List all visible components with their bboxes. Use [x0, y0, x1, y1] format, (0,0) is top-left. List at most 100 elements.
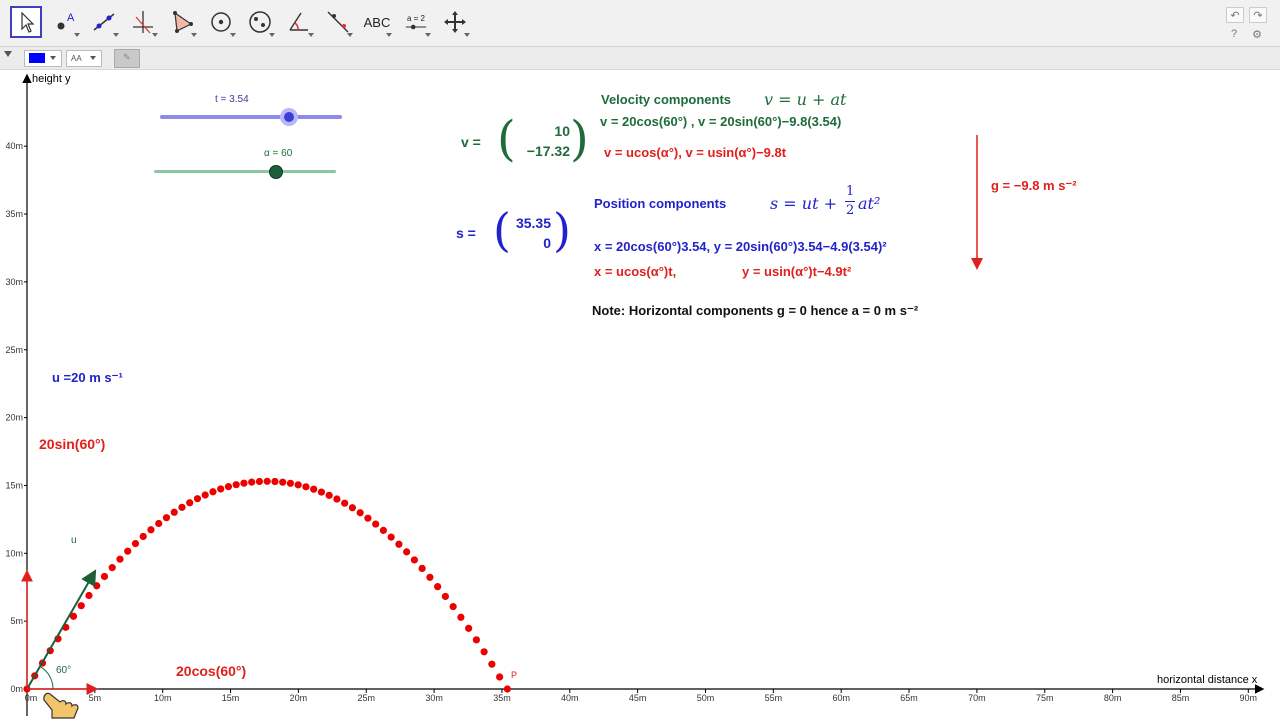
- dropdown-icon: [152, 33, 158, 37]
- conic-tool[interactable]: [244, 6, 276, 38]
- velocity-formula: v = u + at: [764, 90, 847, 109]
- trajectory-point: [364, 514, 372, 522]
- settings-button[interactable]: ⚙: [1249, 27, 1265, 41]
- point-tool[interactable]: A: [49, 6, 81, 38]
- trajectory-point: [248, 478, 256, 486]
- line-icon: [93, 13, 115, 31]
- trajectory-point: [124, 547, 132, 555]
- pin-icon: ✎: [123, 52, 131, 62]
- graphics-view[interactable]: 0m 5m 10m 15m 20m 25m 30m 35m 40m 45m 50m 55m 60m 65m…: [0, 70, 1280, 720]
- trajectory-point: [186, 499, 194, 507]
- x-tick-label: 90m: [1240, 693, 1258, 703]
- slider-tool[interactable]: a = 2: [400, 6, 432, 38]
- pin-button[interactable]: ✎: [114, 49, 140, 68]
- perpendicular-line-icon: [133, 11, 153, 34]
- redo-button[interactable]: ↷: [1249, 7, 1267, 23]
- ellipse-icon: [249, 11, 271, 33]
- y-tick-label: 0m: [10, 684, 23, 694]
- move-view-tool[interactable]: [439, 6, 471, 38]
- trajectory-point: [441, 592, 449, 601]
- y-tick-label: 10m: [5, 548, 23, 558]
- y-tick-label: 15m: [5, 480, 23, 490]
- trajectory-point: [100, 572, 109, 581]
- collapse-icon[interactable]: [4, 51, 12, 57]
- note-text: Note: Horizontal components g = 0 hence …: [592, 303, 919, 318]
- position-line-1: x = 20cos(60°)3.54, y = 20sin(60°)3.54−4…: [594, 239, 887, 254]
- text-tool-icon: ABC: [363, 14, 391, 30]
- trajectory-point: [116, 555, 124, 563]
- font-size-icon: AA: [71, 54, 82, 63]
- trajectory-point: [410, 556, 419, 564]
- polygon-tool[interactable]: [166, 6, 198, 38]
- line-tool[interactable]: [88, 6, 120, 38]
- position-formula-rhs: at²: [858, 194, 881, 213]
- move-tool[interactable]: [10, 6, 42, 38]
- trajectory-point: [426, 573, 434, 581]
- x-axis-label: horizontal distance x: [1157, 674, 1258, 686]
- horizontal-component-label: 20cos(60°): [176, 663, 247, 679]
- angle-tool[interactable]: [283, 6, 315, 38]
- y-axis-label: height y: [32, 73, 71, 85]
- velocity-line-2: v = ucos(α°), v = usin(α°)−9.8t: [604, 145, 787, 160]
- dropdown-icon: [74, 33, 80, 37]
- dropdown-icon: [386, 33, 392, 37]
- trajectory-point: [77, 602, 85, 610]
- t-slider-handle[interactable]: [279, 108, 298, 126]
- trajectory-point: [472, 636, 480, 644]
- trajectory-point: [217, 485, 225, 493]
- trajectory-point: [139, 532, 147, 541]
- trajectory-point: [403, 548, 411, 556]
- trajectory-point: [85, 591, 93, 600]
- x-tick-label: 15m: [222, 693, 240, 703]
- trajectory-point: [356, 509, 364, 517]
- x-tick-label: 35m: [493, 693, 511, 703]
- text-tool[interactable]: ABC: [361, 6, 393, 38]
- trajectory-point: [480, 648, 488, 656]
- trajectory-point: [232, 481, 240, 489]
- angle-label: 60°: [56, 665, 72, 676]
- dropdown-icon: [347, 33, 353, 37]
- text-style-button[interactable]: AA: [66, 50, 102, 67]
- color-picker-button[interactable]: [24, 50, 62, 67]
- gravity-label: g = −9.8 m s⁻²: [991, 178, 1077, 193]
- reflect-icon: [327, 11, 349, 33]
- undo-icon: ↶: [1230, 9, 1240, 22]
- undo-button[interactable]: ↶: [1226, 7, 1244, 23]
- circle-tool[interactable]: [205, 6, 237, 38]
- x-tick-label: 60m: [832, 693, 850, 703]
- x-tick-label: 80m: [1104, 693, 1122, 703]
- move-arrow-icon: [21, 11, 35, 33]
- x-tick-label: 75m: [1036, 693, 1054, 703]
- dropdown-icon: [191, 33, 197, 37]
- y-tick-label: 35m: [5, 209, 23, 219]
- trajectory-point: [193, 495, 202, 503]
- trajectory-point: [162, 514, 171, 522]
- x-tick-label: 65m: [900, 693, 918, 703]
- toolbar: A ABC a = 2 ↶ ↷ ? ⚙: [0, 0, 1280, 47]
- graph-canvas[interactable]: 0m 5m 10m 15m 20m 25m 30m 35m 40m 45m 50m 55m 60m 65m…: [0, 70, 1280, 720]
- circle-icon: [211, 12, 231, 32]
- dropdown-icon: [269, 33, 275, 37]
- x-tick-label: 0m: [25, 693, 38, 703]
- trajectory-point: [488, 660, 496, 668]
- x-tick-label: 5m: [89, 693, 102, 703]
- reflect-tool[interactable]: [322, 6, 354, 38]
- redo-icon: ↷: [1253, 9, 1263, 22]
- x-tick-label: 70m: [968, 693, 986, 703]
- help-button[interactable]: ?: [1226, 27, 1242, 41]
- trajectory-point: [503, 685, 511, 693]
- perpendicular-tool[interactable]: [127, 6, 159, 38]
- trajectory-point: [263, 477, 271, 485]
- vertical-component-label: 20sin(60°): [39, 436, 106, 452]
- polygon-icon: [173, 11, 193, 33]
- gear-icon: ⚙: [1252, 28, 1262, 41]
- svg-text:A: A: [67, 12, 75, 24]
- velocity-vector-label: v =: [461, 134, 481, 150]
- trajectory-point: [317, 488, 326, 496]
- alpha-slider-track[interactable]: [154, 170, 336, 173]
- y-tick-label: 40m: [5, 141, 23, 151]
- t-slider-track[interactable]: [160, 115, 342, 119]
- trajectory: [23, 477, 511, 693]
- dropdown-icon: [230, 33, 236, 37]
- vector-label: u: [71, 535, 77, 546]
